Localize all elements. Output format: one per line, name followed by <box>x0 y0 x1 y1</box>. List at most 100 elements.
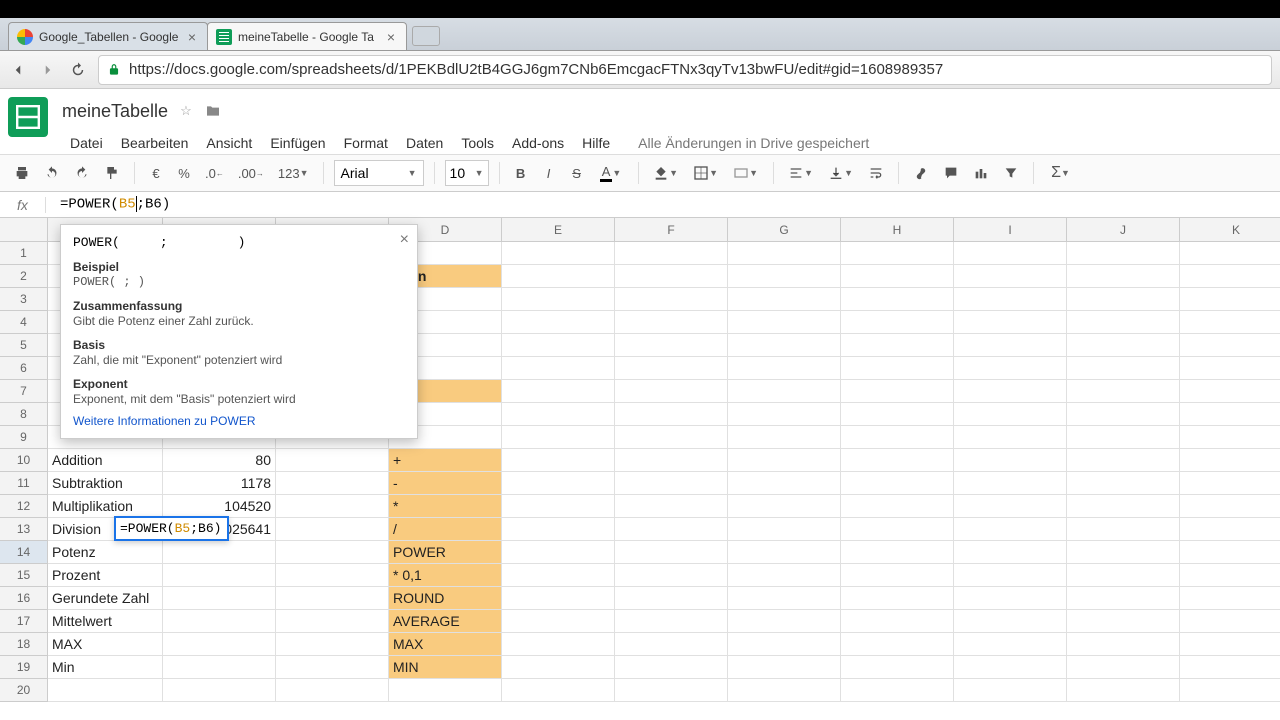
cell[interactable] <box>954 633 1067 656</box>
cell[interactable] <box>276 449 389 472</box>
column-header[interactable]: F <box>615 218 728 242</box>
decrease-decimal-button[interactable]: .0← <box>201 160 228 186</box>
row-header[interactable]: 4 <box>0 311 48 334</box>
cell[interactable] <box>841 587 954 610</box>
cell[interactable]: 80 <box>163 449 276 472</box>
cell[interactable] <box>615 311 728 334</box>
cell[interactable] <box>728 587 841 610</box>
cell[interactable] <box>1180 472 1280 495</box>
cell[interactable] <box>276 610 389 633</box>
undo-button[interactable] <box>40 160 64 186</box>
functions-button[interactable]: Σ ▼ <box>1044 160 1078 186</box>
row-header[interactable]: 17 <box>0 610 48 633</box>
row-header[interactable]: 3 <box>0 288 48 311</box>
document-title[interactable]: meineTabelle <box>62 101 168 122</box>
cell[interactable] <box>615 426 728 449</box>
cell[interactable] <box>728 472 841 495</box>
column-header[interactable]: K <box>1180 218 1280 242</box>
cell[interactable] <box>615 380 728 403</box>
cell[interactable]: * <box>389 495 502 518</box>
row-header[interactable]: 14 <box>0 541 48 564</box>
menu-tools[interactable]: Tools <box>453 131 502 155</box>
cell[interactable] <box>1067 518 1180 541</box>
cell[interactable] <box>841 633 954 656</box>
new-tab-button[interactable] <box>412 26 440 46</box>
reload-button[interactable] <box>68 60 88 80</box>
cell[interactable] <box>728 633 841 656</box>
cell[interactable] <box>728 541 841 564</box>
paint-format-button[interactable] <box>100 160 124 186</box>
cell[interactable]: - <box>389 472 502 495</box>
cell[interactable] <box>728 380 841 403</box>
cell[interactable] <box>502 518 615 541</box>
bold-button[interactable]: B <box>510 160 532 186</box>
cell[interactable] <box>1180 311 1280 334</box>
cell[interactable] <box>615 357 728 380</box>
italic-button[interactable]: I <box>538 160 560 186</box>
row-header[interactable]: 1 <box>0 242 48 265</box>
cell[interactable] <box>276 656 389 679</box>
merge-button[interactable]: ▼ <box>729 160 763 186</box>
font-select[interactable]: Arial▼ <box>334 160 424 186</box>
valign-button[interactable]: ▼ <box>824 160 858 186</box>
cell[interactable] <box>954 288 1067 311</box>
cell[interactable] <box>954 265 1067 288</box>
cell[interactable] <box>1180 380 1280 403</box>
cell[interactable] <box>502 495 615 518</box>
cell[interactable] <box>615 541 728 564</box>
percent-button[interactable]: % <box>173 160 195 186</box>
row-header[interactable]: 20 <box>0 679 48 702</box>
cell[interactable] <box>615 518 728 541</box>
fill-color-button[interactable]: ▼ <box>649 160 683 186</box>
cell[interactable]: + <box>389 449 502 472</box>
cell[interactable]: MIN <box>389 656 502 679</box>
filter-button[interactable] <box>999 160 1023 186</box>
increase-decimal-button[interactable]: .00→ <box>234 160 268 186</box>
cell[interactable] <box>1180 541 1280 564</box>
cell[interactable] <box>954 656 1067 679</box>
cell[interactable]: POWER <box>389 541 502 564</box>
cell[interactable]: Multiplikation <box>48 495 163 518</box>
cell[interactable] <box>502 610 615 633</box>
cell[interactable] <box>841 426 954 449</box>
cell[interactable] <box>1067 679 1180 702</box>
cell[interactable]: Potenz <box>48 541 163 564</box>
cell[interactable]: AVERAGE <box>389 610 502 633</box>
cell[interactable] <box>728 426 841 449</box>
cell[interactable] <box>841 311 954 334</box>
cell[interactable] <box>502 633 615 656</box>
cell[interactable] <box>728 518 841 541</box>
cell[interactable] <box>1067 656 1180 679</box>
cell[interactable] <box>502 564 615 587</box>
browser-tab[interactable]: meineTabelle - Google Ta <box>207 22 407 50</box>
column-header[interactable]: H <box>841 218 954 242</box>
cell-editor[interactable]: =POWER(B5;B6) <box>114 516 229 541</box>
cell[interactable] <box>954 679 1067 702</box>
cell[interactable] <box>615 633 728 656</box>
cell[interactable] <box>615 679 728 702</box>
cell[interactable] <box>1067 311 1180 334</box>
close-icon[interactable] <box>384 30 398 44</box>
cell[interactable] <box>728 564 841 587</box>
cell[interactable] <box>1067 242 1180 265</box>
cell[interactable] <box>502 265 615 288</box>
cell[interactable] <box>163 564 276 587</box>
cell[interactable]: Gerundete Zahl <box>48 587 163 610</box>
row-header[interactable]: 8 <box>0 403 48 426</box>
cell[interactable] <box>1180 656 1280 679</box>
cell[interactable] <box>1067 288 1180 311</box>
cell[interactable] <box>276 679 389 702</box>
cell[interactable] <box>615 587 728 610</box>
cell[interactable] <box>48 679 163 702</box>
cell[interactable]: Addition <box>48 449 163 472</box>
cell[interactable] <box>728 288 841 311</box>
menu-help[interactable]: Hilfe <box>574 131 618 155</box>
cell[interactable]: Min <box>48 656 163 679</box>
column-header[interactable]: G <box>728 218 841 242</box>
cell[interactable] <box>954 449 1067 472</box>
row-header[interactable]: 12 <box>0 495 48 518</box>
cell[interactable] <box>954 541 1067 564</box>
cell[interactable] <box>615 334 728 357</box>
cell[interactable] <box>728 265 841 288</box>
cell[interactable]: * 0,1 <box>389 564 502 587</box>
